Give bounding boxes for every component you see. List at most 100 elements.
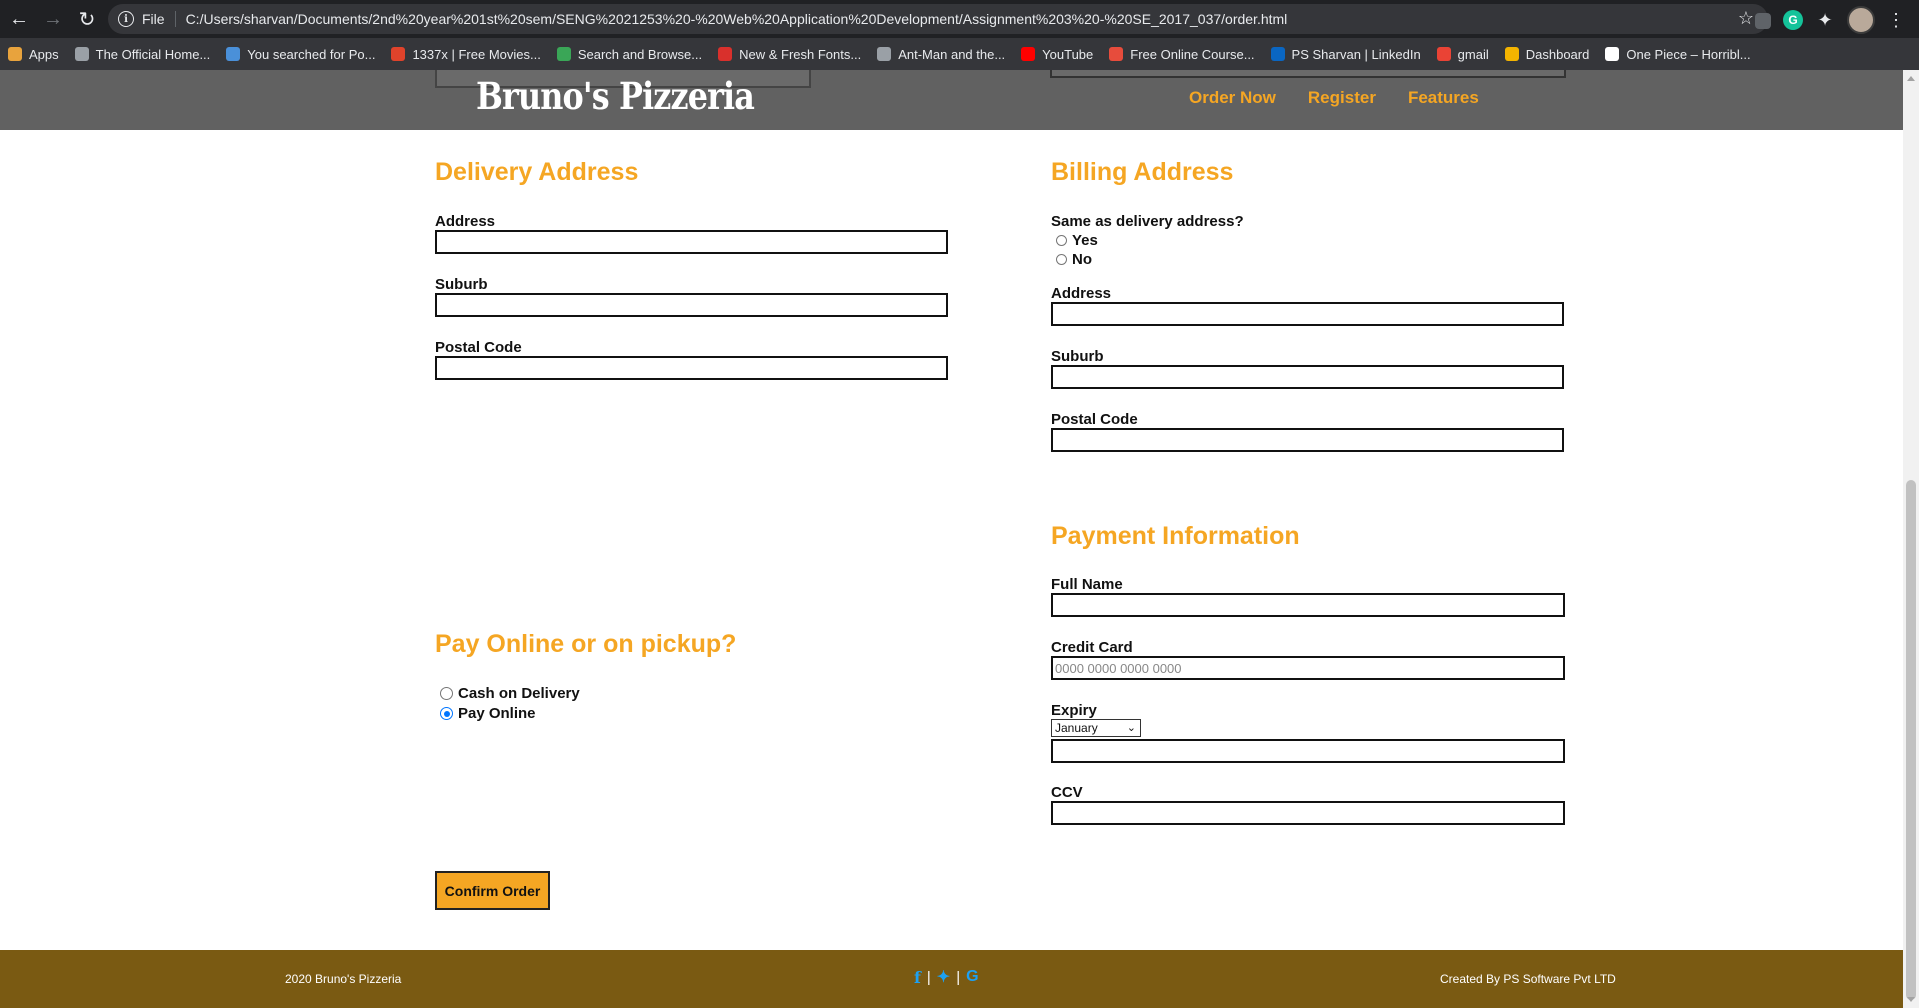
bookmark-item[interactable]: PS Sharvan | LinkedIn — [1263, 47, 1429, 62]
menu-dots-icon[interactable]: ⋮ — [1887, 10, 1905, 31]
youtube-icon — [1021, 47, 1036, 61]
confirm-order-button[interactable]: Confirm Order — [435, 871, 550, 910]
bookmark-label: Free Online Course... — [1130, 46, 1255, 62]
info-icon[interactable]: i — [118, 11, 134, 27]
bookmark-item[interactable]: Ant-Man and the... — [869, 47, 1013, 62]
nav-register[interactable]: Register — [1308, 88, 1376, 108]
same-no-radio[interactable] — [1056, 254, 1067, 265]
apps-grid-icon — [8, 47, 22, 61]
bookmark-label: PS Sharvan | LinkedIn — [1291, 46, 1421, 62]
scroll-up-icon[interactable] — [1907, 76, 1915, 81]
bookmark-item[interactable]: 1337x | Free Movies... — [383, 47, 548, 62]
bookmark-label: New & Fresh Fonts... — [739, 46, 862, 62]
f-icon — [718, 47, 733, 61]
bookmark-item[interactable]: You searched for Po... — [218, 47, 383, 62]
bookmark-item[interactable]: YouTube — [1013, 47, 1101, 62]
bookmark-label: Ant-Man and the... — [898, 46, 1006, 62]
site-header: Bruno's Pizzeria Order Now Register Feat… — [0, 70, 1903, 130]
url-scheme: File — [142, 11, 165, 27]
pay-online-option[interactable]: Pay Online — [440, 705, 536, 722]
bookmark-label: You searched for Po... — [247, 46, 376, 62]
extensions-puzzle-icon[interactable]: ✦ — [1815, 10, 1835, 30]
scroll-thumb[interactable] — [1906, 480, 1916, 1000]
globe-icon — [74, 47, 89, 61]
bookmarks-bar: Apps The Official Home... You searched for… — [0, 38, 1919, 70]
billing-address-input[interactable] — [1051, 302, 1564, 326]
url-text[interactable]: C:/Users/sharvan/Documents/2nd%20year%20… — [186, 11, 1288, 27]
delivery-address-input[interactable] — [435, 230, 948, 254]
page-scrollbar[interactable] — [1903, 70, 1919, 1008]
site-footer: 2020 Bruno's Pizzeria f | ✦ | G Created … — [0, 950, 1903, 1008]
back-icon[interactable]: ← — [4, 4, 34, 34]
expiry-month-select[interactable]: January ⌄ — [1051, 719, 1141, 737]
facebook-icon[interactable]: f — [914, 968, 921, 987]
extension-icon[interactable] — [1755, 13, 1771, 29]
footer-credit: Created By PS Software Pvt LTD — [1440, 972, 1616, 986]
reload-icon[interactable]: ↻ — [72, 4, 102, 34]
cash-on-delivery-option[interactable]: Cash on Delivery — [440, 685, 580, 702]
bookmark-item[interactable]: Search and Browse... — [549, 47, 710, 62]
nav-features[interactable]: Features — [1408, 88, 1479, 108]
billing-suburb-label: Suburb — [1051, 348, 1104, 365]
cash-on-delivery-label: Cash on Delivery — [458, 685, 580, 702]
bookmark-item[interactable]: Dashboard — [1497, 47, 1598, 62]
billing-address-label: Address — [1051, 285, 1112, 302]
bookmark-label: One Piece – Horribl... — [1626, 46, 1751, 62]
globe-icon — [877, 47, 892, 61]
bookmark-label: YouTube — [1042, 46, 1094, 62]
cash-on-delivery-radio[interactable] — [440, 687, 453, 700]
main-nav: Order Now Register Features — [1189, 88, 1479, 108]
extensions-area: G ✦ ⋮ — [1755, 6, 1905, 34]
delivery-address-title: Delivery Address — [435, 158, 639, 186]
bookmark-star-icon[interactable]: ☆ — [1738, 8, 1754, 29]
browser-toolbar: ← → ↻ i File C:/Users/sharvan/Documents/… — [0, 0, 1919, 38]
grammarly-icon[interactable]: G — [1783, 10, 1803, 30]
page-icon — [1605, 47, 1620, 61]
bookmark-item[interactable]: New & Fresh Fonts... — [710, 47, 869, 62]
expiry-year-input[interactable] — [1051, 739, 1565, 763]
expiry-label: Expiry — [1051, 702, 1097, 719]
same-no-option[interactable]: No — [1056, 251, 1092, 268]
billing-postal-label: Postal Code — [1051, 411, 1138, 428]
same-yes-radio[interactable] — [1056, 235, 1067, 246]
delivery-address-label: Address — [435, 213, 496, 230]
bookmark-label: 1337x | Free Movies... — [412, 46, 541, 62]
credit-card-input[interactable] — [1051, 656, 1565, 680]
footer-copyright: 2020 Bruno's Pizzeria — [285, 972, 402, 986]
full-name-input[interactable] — [1051, 593, 1565, 617]
site-logo[interactable]: Bruno's Pizzeria — [476, 74, 755, 118]
bookmark-item[interactable]: One Piece – Horribl... — [1597, 47, 1758, 62]
billing-suburb-input[interactable] — [1051, 365, 1564, 389]
leaf-icon — [556, 47, 571, 61]
twitter-icon[interactable]: ✦ — [937, 967, 950, 987]
expiry-month-value: January — [1055, 721, 1098, 735]
scroll-down-icon[interactable] — [1907, 997, 1915, 1002]
address-bar[interactable]: i File C:/Users/sharvan/Documents/2nd%20… — [108, 4, 1768, 34]
social-divider: | — [956, 968, 961, 986]
google-icon[interactable]: G — [966, 968, 978, 986]
bookmark-label: Search and Browse... — [577, 46, 703, 62]
ccv-input[interactable] — [1051, 801, 1565, 825]
bookmark-item[interactable]: Free Online Course... — [1101, 47, 1262, 62]
dashboard-icon — [1504, 47, 1519, 61]
profile-avatar[interactable] — [1847, 6, 1875, 34]
linkedin-icon — [1270, 47, 1285, 61]
partial-input-field[interactable] — [1050, 70, 1566, 78]
x-icon — [391, 47, 406, 61]
nav-order-now[interactable]: Order Now — [1189, 88, 1276, 108]
payment-method-title: Pay Online or on pickup? — [435, 630, 737, 658]
billing-postal-input[interactable] — [1051, 428, 1564, 452]
delivery-suburb-input[interactable] — [435, 293, 948, 317]
delivery-postal-input[interactable] — [435, 356, 948, 380]
same-no-label: No — [1072, 251, 1092, 268]
pay-online-radio[interactable] — [440, 707, 453, 720]
billing-address-title: Billing Address — [1051, 158, 1234, 186]
bookmark-item[interactable]: The Official Home... — [67, 47, 219, 62]
bookmark-item[interactable]: Apps — [0, 47, 67, 62]
bookmark-label: Apps — [29, 46, 59, 62]
forward-icon[interactable]: → — [38, 4, 68, 34]
bookmark-item[interactable]: gmail — [1429, 47, 1497, 62]
same-yes-option[interactable]: Yes — [1056, 232, 1098, 249]
chevron-down-icon: ⌄ — [1126, 722, 1136, 734]
bookmark-label: The Official Home... — [95, 46, 211, 62]
